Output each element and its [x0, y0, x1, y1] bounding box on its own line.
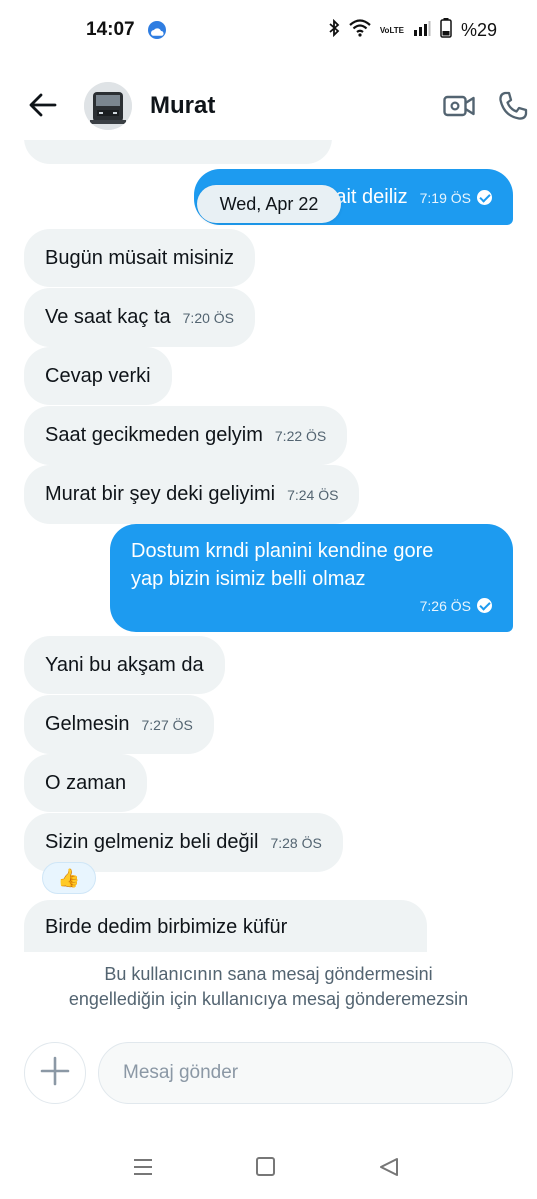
battery-icon: [440, 18, 452, 43]
message-text-line: yap bizin isimiz belli olmaz: [131, 568, 366, 590]
message-bubble-incoming[interactable]: Gelmesin 7:27 ÖS: [24, 695, 214, 754]
message-bubble-incoming[interactable]: Bugün müsait misiniz: [24, 229, 255, 287]
message-bubble-incoming[interactable]: Birde dedim birbimize küfür: [24, 900, 427, 952]
phone-icon[interactable]: [497, 90, 529, 122]
message-time: 7:20 ÖS: [182, 310, 235, 326]
battery-percent: %29: [460, 20, 497, 40]
message-bubble-partial[interactable]: [24, 140, 332, 164]
message-bubble-incoming[interactable]: O zaman: [24, 754, 148, 812]
video-camera-icon[interactable]: [443, 92, 475, 120]
message-input[interactable]: [98, 1042, 513, 1104]
signal-icon: [413, 20, 431, 41]
page-title[interactable]: Murat: [150, 92, 215, 120]
message-time: 7:24 ÖS: [287, 487, 339, 503]
read-check-icon: [477, 190, 492, 205]
reaction-badge[interactable]: 👍: [42, 862, 96, 894]
message-time: 7:27 ÖS: [141, 717, 193, 733]
message-list[interactable]: Yarın müsait deiliz7:19 ÖS Wed, Apr 22 B…: [0, 140, 537, 952]
message-time: 7:22 ÖS: [274, 428, 327, 444]
status-icons: VoLTE %29: [328, 18, 497, 43]
message-text: Bugün müsait misiniz: [45, 247, 234, 269]
plus-icon: [40, 1056, 70, 1091]
message-text: Cevap verki: [45, 365, 151, 387]
home-square-icon[interactable]: [256, 1157, 275, 1176]
blocked-notice: Bu kullanıcının sana mesaj göndermesini …: [0, 962, 537, 1012]
system-nav-bar: [0, 1140, 537, 1199]
volte-indicator: VoLTE: [379, 25, 404, 35]
message-bubble-incoming[interactable]: Yani bu akşam da: [24, 636, 225, 694]
read-check-icon: [477, 598, 492, 613]
back-arrow-icon[interactable]: [28, 90, 58, 120]
message-time: 7:28 ÖS: [270, 835, 322, 851]
message-bubble-outgoing[interactable]: Dostum krndi planini kendine gore yap bi…: [110, 524, 513, 632]
thumbs-up-icon: 👍: [57, 867, 81, 888]
add-media-button[interactable]: [24, 1042, 86, 1104]
blocked-notice-line: Bu kullanıcının sana mesaj göndermesini: [104, 964, 433, 984]
message-bubble-incoming[interactable]: Cevap verki: [24, 347, 172, 405]
message-time: 7:26 ÖS: [419, 598, 471, 614]
status-bar: 14:07 VoLTE %29: [0, 0, 537, 62]
message-text: Gelmesin: [45, 713, 130, 735]
wifi-icon: [349, 19, 371, 42]
message-text: O zaman: [45, 772, 127, 794]
conversation-header: Murat: [0, 62, 537, 152]
message-bubble-incoming[interactable]: Murat bir şey deki geliyimi 7:24 ÖS: [24, 465, 360, 524]
date-divider: Wed, Apr 22: [197, 185, 341, 223]
bluetooth-icon: [328, 18, 340, 42]
message-text: Yani bu akşam da: [45, 654, 204, 676]
avatar[interactable]: [84, 82, 132, 130]
message-time: 7:19 ÖS: [419, 190, 471, 206]
message-text: Ve saat kaç ta: [45, 306, 171, 328]
message-text: Birde dedim birbimize küfür: [45, 916, 288, 938]
blocked-notice-line: engellediğin için kullanıcıya mesaj gönd…: [68, 989, 469, 1009]
message-text: Murat bir şey deki geliyimi: [45, 483, 276, 505]
weather-cloud-icon: [146, 20, 168, 40]
message-text: Sizin gelmeniz beli değil: [45, 831, 259, 853]
message-text: Saat gecikmeden gelyim: [45, 424, 263, 446]
status-time: 14:07: [86, 19, 135, 40]
message-bubble-incoming[interactable]: Saat gecikmeden gelyim 7:22 ÖS: [24, 406, 348, 465]
message-bubble-incoming[interactable]: Ve saat kaç ta 7:20 ÖS: [24, 288, 256, 347]
back-triangle-icon[interactable]: [378, 1156, 400, 1178]
message-text-line: Dostum krndi planini kendine gore: [131, 540, 434, 562]
recent-apps-icon[interactable]: [132, 1157, 154, 1177]
